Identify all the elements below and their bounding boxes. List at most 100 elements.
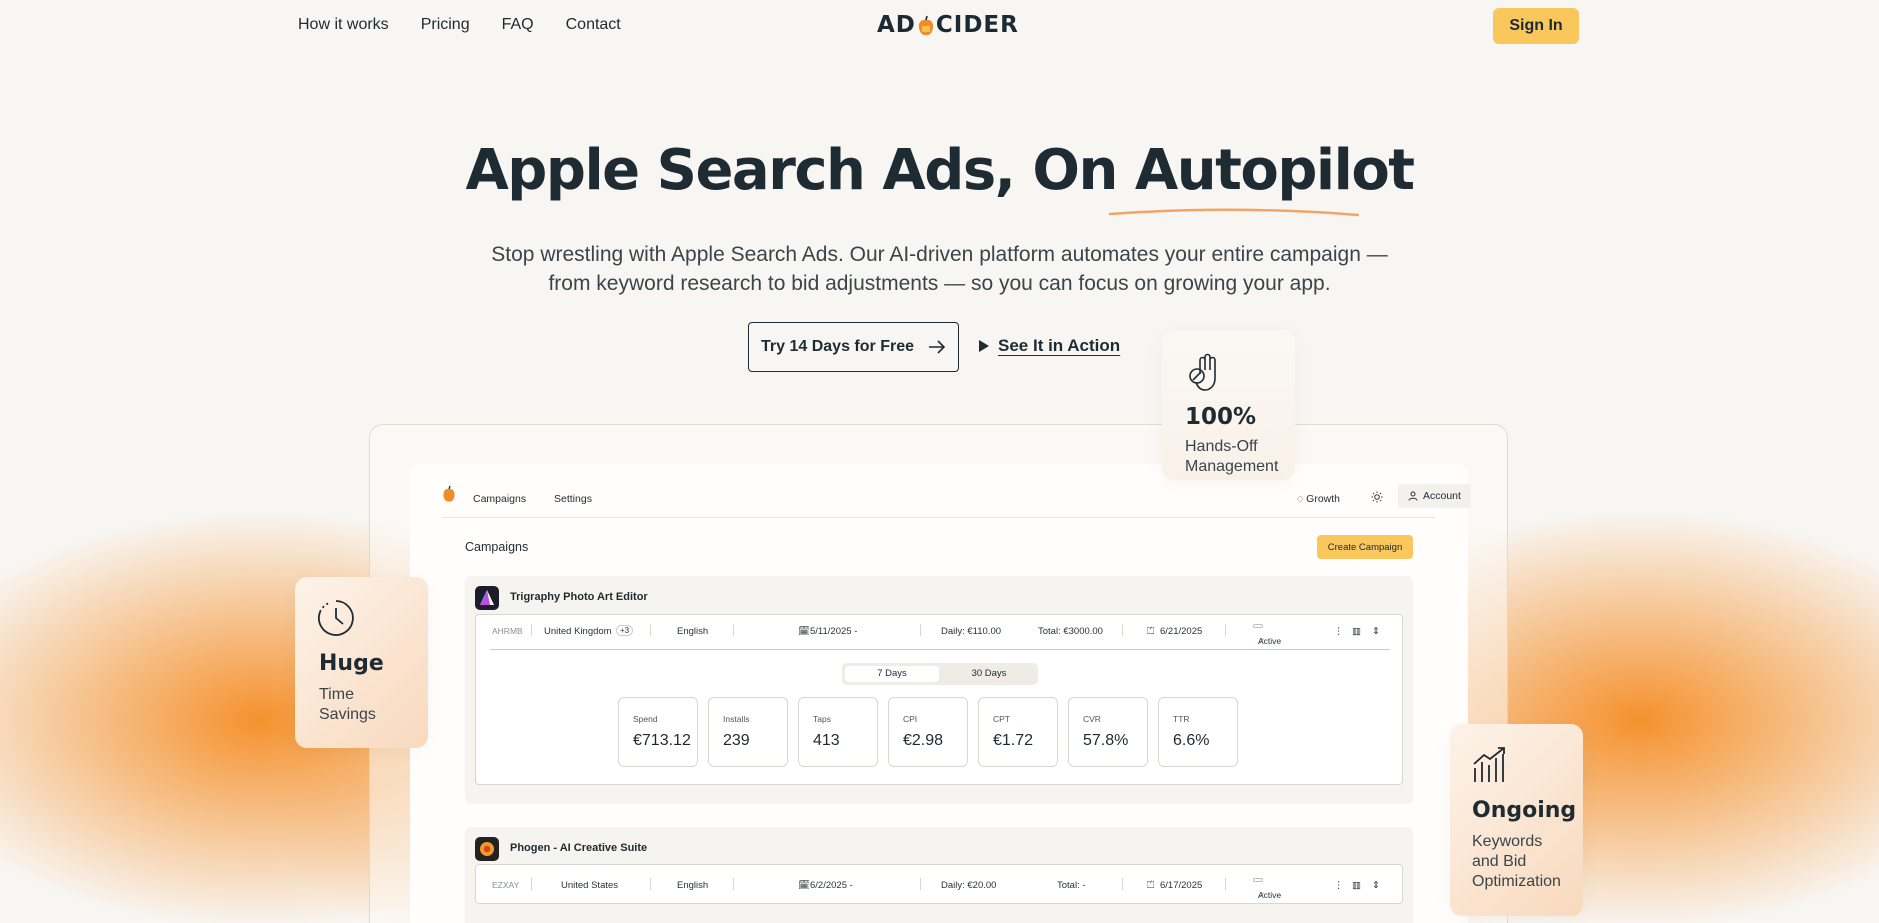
- metric-label: Installs: [723, 714, 750, 724]
- status-label: Active: [1258, 636, 1282, 646]
- sun-icon[interactable]: [1371, 491, 1383, 503]
- ongoing-label-line-2: and Bid: [1472, 853, 1527, 870]
- hands-off-label-line-1: Hands-Off: [1185, 438, 1258, 455]
- logo[interactable]: AD CIDER: [877, 12, 1019, 38]
- metric-value: €2.98: [903, 732, 944, 749]
- status-label: Active: [1258, 890, 1282, 900]
- time-savings-label-line-2: Savings: [319, 706, 376, 723]
- campaign-country: United States: [561, 880, 619, 891]
- chart-icon[interactable]: ▥: [1352, 626, 1361, 637]
- campaign-card: Trigraphy Photo Art Editor AHRMB United …: [465, 576, 1413, 804]
- try-free-label: Try 14 Days for Free: [761, 338, 914, 355]
- more-options-icon[interactable]: ⋮: [1334, 880, 1344, 891]
- see-it-in-action-label: See It in Action: [998, 336, 1121, 355]
- logo-text-left: AD: [877, 12, 916, 38]
- time-savings-value: Huge: [319, 651, 384, 676]
- app-preview: Campaigns Settings ◌ Growth Account Camp…: [410, 464, 1471, 923]
- campaign-end-date: 6/21/2025: [1160, 626, 1203, 637]
- campaign-language: English: [677, 626, 709, 637]
- hero-subtitle-line-1: Stop wrestling with Apple Search Ads. Ou…: [491, 243, 1388, 266]
- hands-off-feature-card: 100% Hands-Off Management: [1162, 330, 1295, 480]
- account-button[interactable]: Account: [1398, 484, 1471, 508]
- hands-off-label-line-2: Management: [1185, 458, 1279, 475]
- phogen-app-icon: [475, 837, 499, 861]
- campaign-language: English: [677, 880, 709, 891]
- logo-text-right: CIDER: [935, 12, 1019, 38]
- ongoing-label-line-1: Keywords: [1472, 833, 1543, 850]
- try-free-button[interactable]: Try 14 Days for Free: [748, 322, 959, 372]
- campaign-row: EZXAY United States English 🗓 6/2/2025 -…: [475, 864, 1403, 904]
- metric-card: Taps 413: [798, 697, 878, 767]
- arrow-right-icon: [928, 340, 946, 354]
- metric-card: CPT €1.72: [978, 697, 1058, 767]
- campaign-name[interactable]: Trigraphy Photo Art Editor: [510, 591, 648, 603]
- ongoing-label: Keywords and Bid Optimization: [1472, 832, 1561, 892]
- period-30-days[interactable]: 30 Days: [942, 666, 1036, 682]
- metric-label: CPI: [903, 714, 918, 724]
- nav-link-contact[interactable]: Contact: [566, 16, 621, 34]
- stop-hand-icon: [1189, 353, 1216, 391]
- hero-title: Apple Search Ads, On Autopilot: [465, 138, 1415, 203]
- campaign-start-date: 5/11/2025 -: [810, 626, 858, 637]
- time-savings-label-line-1: Time: [319, 686, 354, 703]
- growth-label: Growth: [1306, 493, 1341, 505]
- nav-link-faq[interactable]: FAQ: [502, 16, 534, 34]
- metric-label: TTR: [1173, 714, 1190, 724]
- metric-card: Installs 239: [708, 697, 788, 767]
- apple-logo-icon: [917, 15, 935, 36]
- campaign-start-date: 6/2/2025 -: [810, 880, 853, 891]
- metric-value: 57.8%: [1083, 732, 1129, 749]
- campaign-card: Phogen - AI Creative Suite EZXAY United …: [465, 827, 1413, 923]
- metric-value: 239: [723, 732, 750, 749]
- expand-collapse-icon[interactable]: ⇕: [1372, 626, 1380, 637]
- end-date-icon: ⏍: [1147, 626, 1155, 637]
- hero-subtitle-line-2: from keyword research to bid adjustments…: [548, 272, 1331, 295]
- campaign-summary-line: AHRMB United Kingdom +3 English 🗓 5/11/2…: [476, 615, 1402, 646]
- calendar-icon: 🗓: [798, 880, 811, 891]
- chart-icon[interactable]: ▥: [1352, 880, 1361, 891]
- nav-link-pricing[interactable]: Pricing: [421, 16, 470, 34]
- app-nav-campaigns[interactable]: Campaigns: [473, 493, 526, 505]
- top-nav: How it works Pricing FAQ Contact AD CIDE…: [0, 0, 1879, 52]
- more-options-icon[interactable]: ⋮: [1334, 626, 1344, 637]
- title-underline-decoration: [1108, 208, 1360, 217]
- see-it-in-action-link[interactable]: See It in Action: [978, 336, 1120, 356]
- period-toggle: 7 Days 30 Days: [842, 663, 1038, 685]
- campaign-daily-budget: Daily: €20.00: [941, 880, 997, 891]
- clock-icon: [318, 600, 354, 636]
- hands-off-label: Hands-Off Management: [1185, 437, 1278, 477]
- metric-value: €1.72: [993, 732, 1034, 749]
- extra-countries-badge[interactable]: +3: [616, 625, 634, 636]
- ongoing-label-line-3: Optimization: [1472, 873, 1561, 890]
- app-nav-growth[interactable]: ◌ Growth: [1297, 493, 1340, 505]
- metric-label: CPT: [993, 714, 1010, 724]
- metric-value: €713.12: [633, 732, 691, 749]
- user-icon: [1408, 491, 1418, 501]
- metric-card: CVR 57.8%: [1068, 697, 1148, 767]
- app-nav: Campaigns Settings ◌ Growth Account: [442, 482, 1471, 518]
- campaign-row: AHRMB United Kingdom +3 English 🗓 5/11/2…: [475, 614, 1403, 785]
- metric-label: Taps: [813, 714, 831, 724]
- nav-link-how-it-works[interactable]: How it works: [298, 16, 389, 34]
- metric-label: Spend: [633, 714, 658, 724]
- app-logo-icon: [443, 485, 455, 502]
- expand-collapse-icon[interactable]: ⇕: [1372, 880, 1380, 891]
- time-savings-label: Time Savings: [319, 685, 376, 725]
- campaign-daily-budget: Daily: €110.00: [941, 626, 1002, 637]
- ongoing-feature-card: Ongoing Keywords and Bid Optimization: [1450, 724, 1583, 916]
- calendar-icon: 🗓: [798, 626, 811, 637]
- metrics-row: Spend €713.12 Installs 239 Taps 413 CPI €2.9…: [618, 697, 1238, 767]
- create-campaign-button[interactable]: Create Campaign: [1317, 535, 1413, 559]
- hands-off-value: 100%: [1185, 404, 1257, 430]
- sign-in-button[interactable]: Sign In: [1493, 8, 1579, 44]
- campaign-total-budget: Total: -: [1057, 880, 1086, 891]
- end-date-icon: ⏍: [1147, 880, 1155, 891]
- campaign-name[interactable]: Phogen - AI Creative Suite: [510, 842, 647, 854]
- campaign-summary-line: EZXAY United States English 🗓 6/2/2025 -…: [476, 869, 1402, 900]
- campaign-end-date: 6/17/2025: [1160, 880, 1203, 891]
- trigraphy-app-icon: [475, 586, 499, 610]
- campaign-id: AHRMB: [492, 626, 523, 636]
- app-nav-settings[interactable]: Settings: [554, 493, 592, 505]
- campaign-country: United Kingdom: [544, 626, 612, 637]
- period-7-days[interactable]: 7 Days: [845, 666, 939, 682]
